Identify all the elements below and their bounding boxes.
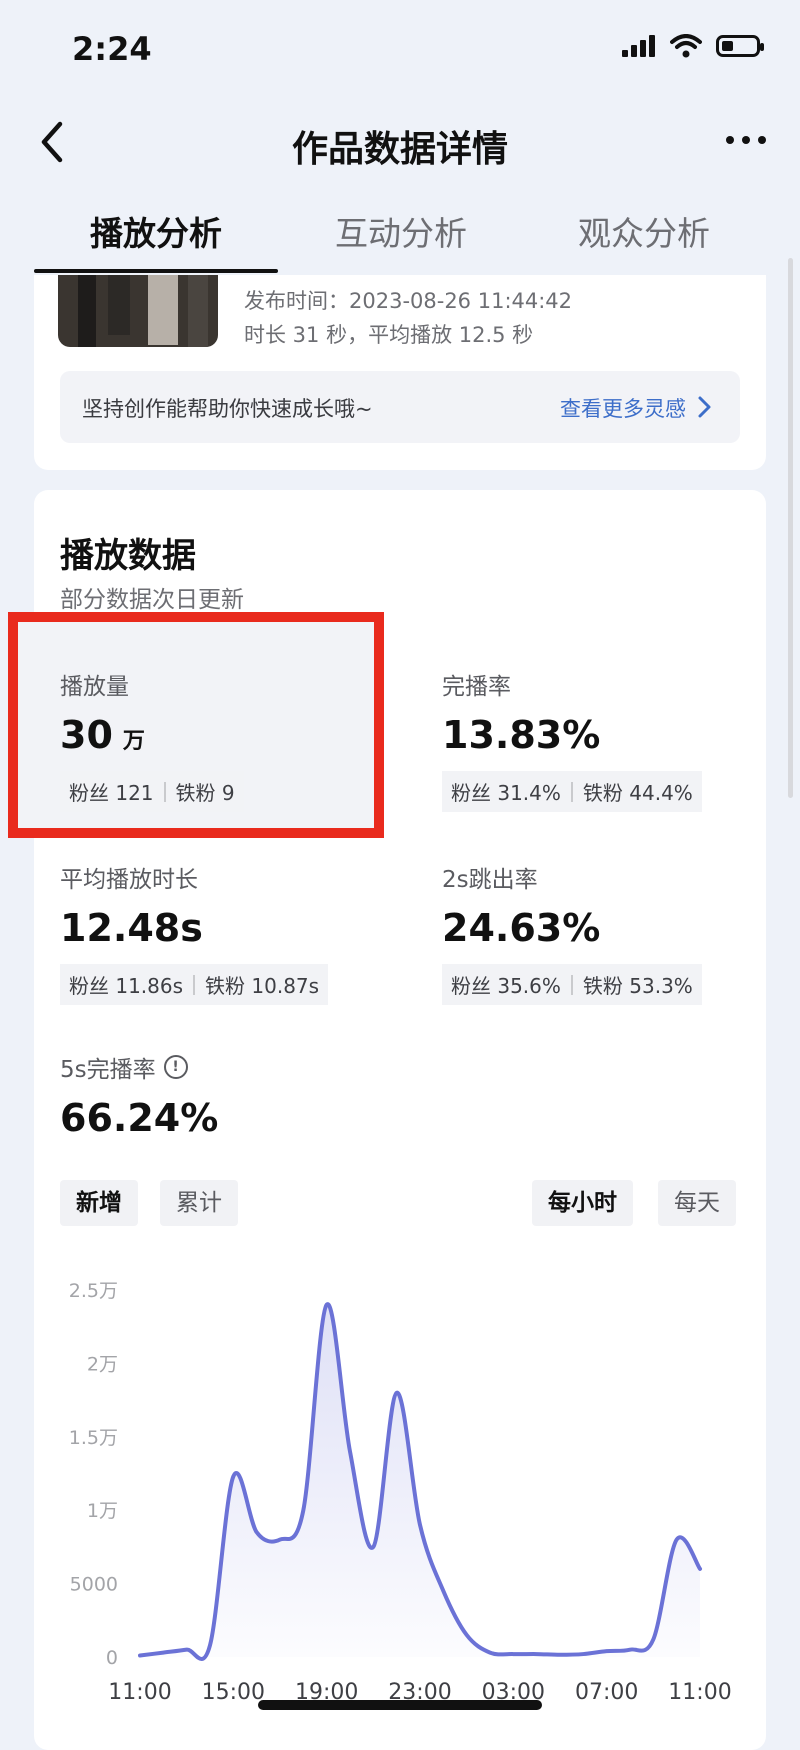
- status-icons: [622, 34, 764, 58]
- y-tick-label: 1万: [87, 1500, 118, 1522]
- scrollbar[interactable]: [788, 258, 793, 798]
- metric-5s-completion[interactable]: 5s完播率! 66.24%: [60, 1050, 218, 1140]
- metric-value: 13.83%: [442, 713, 601, 757]
- x-tick-label: 11:00: [108, 1680, 171, 1705]
- signal-icon: [622, 35, 655, 57]
- metric-breakdown: 粉丝 35.6% 铁粉 53.3%: [442, 964, 702, 1005]
- metric-label: 完播率: [442, 674, 511, 700]
- nav-bar: 作品数据详情: [0, 100, 800, 188]
- y-tick-label: 2万: [87, 1353, 118, 1375]
- metric-breakdown: 粉丝 31.4% 铁粉 44.4%: [442, 771, 702, 812]
- fans-value: 粉丝 35.6%: [451, 974, 561, 998]
- toggle-new[interactable]: 新增: [60, 1180, 138, 1226]
- iron-fans-value: 铁粉 53.3%: [582, 974, 693, 998]
- x-tick-label: 15:00: [202, 1680, 265, 1705]
- video-thumbnail[interactable]: [58, 275, 218, 347]
- highlight-frame: [8, 612, 384, 838]
- section-title: 播放数据: [60, 536, 196, 576]
- info-icon[interactable]: !: [163, 1055, 188, 1079]
- metric-completion-rate[interactable]: 完播率 13.83% 粉丝 31.4% 铁粉 44.4%: [442, 667, 702, 812]
- series-area: [140, 1304, 700, 1660]
- tip-text: 坚持创作能帮助你快速成长哦~: [82, 397, 373, 421]
- publish-time: 发布时间：2023-08-26 11:44:42: [244, 289, 573, 313]
- fans-value: 粉丝 31.4%: [451, 781, 561, 805]
- tab-bar: 播放分析 互动分析 观众分析: [0, 195, 800, 275]
- status-bar: 2:24: [0, 0, 800, 100]
- y-tick-label: 1.5万: [69, 1427, 118, 1449]
- chevron-right-icon: [698, 396, 711, 418]
- status-time: 2:24: [72, 30, 152, 68]
- section-subtitle: 部分数据次日更新: [60, 587, 244, 613]
- toggle-daily[interactable]: 每天: [658, 1180, 736, 1226]
- metric-bounce-rate[interactable]: 2s跳出率 24.63% 粉丝 35.6% 铁粉 53.3%: [442, 860, 702, 1005]
- wifi-icon: [670, 34, 702, 58]
- metric-label: 2s跳出率: [442, 867, 538, 893]
- tab-audience-analysis[interactable]: 观众分析: [578, 207, 710, 255]
- home-indicator: [258, 1700, 542, 1710]
- metric-avg-duration[interactable]: 平均播放时长 12.48s 粉丝 11.86s 铁粉 10.87s: [60, 860, 329, 1005]
- toggle-cumulative[interactable]: 累计: [160, 1180, 238, 1226]
- metric-breakdown: 粉丝 11.86s 铁粉 10.87s: [60, 964, 329, 1005]
- tab-play-analysis[interactable]: 播放分析: [90, 207, 222, 255]
- more-inspiration-link[interactable]: 查看更多灵感: [560, 393, 686, 423]
- x-tick-label: 11:00: [668, 1680, 731, 1705]
- battery-icon: [716, 35, 764, 57]
- metric-label: 5s完播率!: [60, 1050, 218, 1084]
- page-title: 作品数据详情: [291, 129, 508, 170]
- video-info-card: 发布时间：2023-08-26 11:44:42 时长 31 秒，平均播放 12…: [34, 275, 766, 470]
- metric-value: 66.24%: [60, 1096, 219, 1140]
- metric-value: 24.63%: [442, 906, 601, 950]
- toggle-hourly[interactable]: 每小时: [532, 1180, 633, 1226]
- battery-level: [722, 41, 734, 51]
- iron-fans-value: 铁粉 10.87s: [205, 974, 320, 998]
- video-duration: 时长 31 秒，平均播放 12.5 秒: [244, 323, 534, 347]
- y-tick-label: 0: [106, 1647, 118, 1669]
- tab-interaction-analysis[interactable]: 互动分析: [335, 207, 467, 255]
- active-tab-indicator: [34, 269, 278, 273]
- plays-trend-chart: 050001万1.5万2万2.5万11:00 15:00 19:00 23:00 03:…: [69, 1280, 732, 1705]
- iron-fans-value: 铁粉 44.4%: [582, 781, 693, 805]
- more-options-icon[interactable]: [722, 128, 770, 152]
- metric-label: 平均播放时长: [60, 867, 198, 893]
- fans-value: 粉丝 11.86s: [69, 974, 184, 998]
- x-tick-label: 07:00: [575, 1680, 638, 1705]
- metric-value: 12.48s: [60, 906, 203, 950]
- inspiration-tip[interactable]: 坚持创作能帮助你快速成长哦~ 查看更多灵感: [60, 371, 740, 443]
- y-tick-label: 2.5万: [69, 1280, 118, 1302]
- y-tick-label: 5000: [70, 1574, 118, 1596]
